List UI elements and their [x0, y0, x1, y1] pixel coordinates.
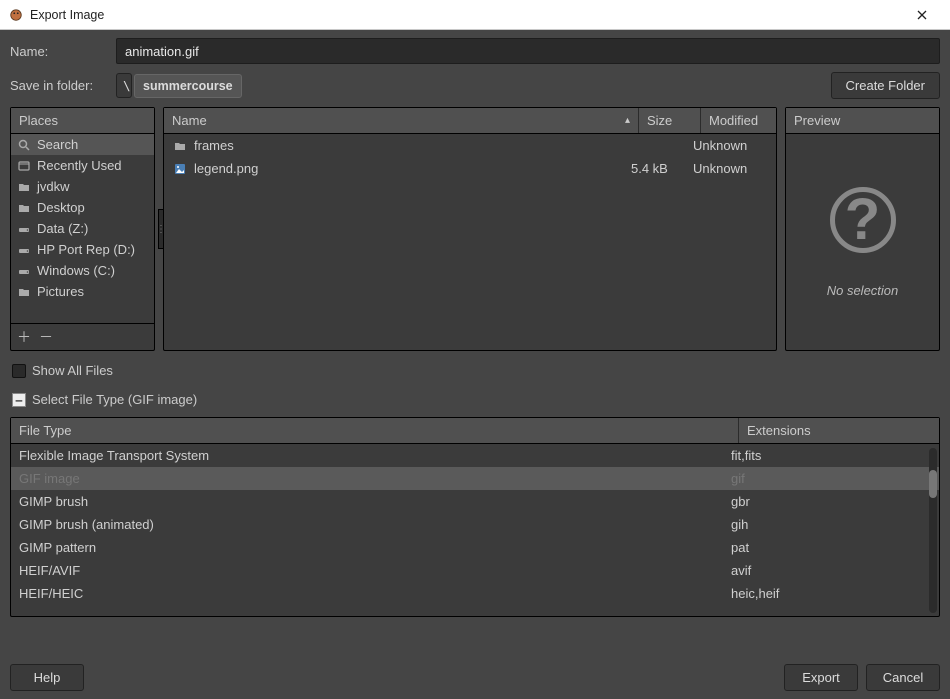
save-in-folder-label: Save in folder: — [10, 78, 108, 93]
filetype-name: Flexible Image Transport System — [19, 448, 731, 463]
place-item-label: Desktop — [37, 200, 85, 215]
filetype-row[interactable]: HEIF/AVIFavif — [11, 559, 939, 582]
help-button[interactable]: Help — [10, 664, 84, 691]
filetype-ext: avif — [731, 563, 931, 578]
filetype-column-name[interactable]: File Type — [11, 418, 739, 443]
filetype-name: GIMP brush — [19, 494, 731, 509]
filetype-name: HEIF/AVIF — [19, 563, 731, 578]
drive-icon — [17, 243, 31, 257]
sort-asc-icon: ▴ — [625, 115, 630, 126]
scrollbar-thumb[interactable] — [929, 470, 937, 498]
place-item[interactable]: jvdkw — [11, 176, 154, 197]
file-name: frames — [194, 138, 631, 153]
drive-icon — [17, 222, 31, 236]
places-header: Places — [11, 108, 154, 134]
filetype-name: HEIF/HEIC — [19, 586, 731, 601]
breadcrumb-current[interactable]: summercourse — [134, 74, 242, 98]
place-item[interactable]: Pictures — [11, 281, 154, 302]
cancel-button[interactable]: Cancel — [866, 664, 940, 691]
place-item-label: Data (Z:) — [37, 221, 88, 236]
select-file-type-label: Select File Type (GIF image) — [32, 392, 197, 407]
place-item[interactable]: Windows (C:) — [11, 260, 154, 281]
filetype-ext: gbr — [731, 494, 931, 509]
breadcrumb: \ summercourse — [116, 73, 242, 98]
place-item-label: HP Port Rep (D:) — [37, 242, 135, 257]
places-panel: Places Search Recently Used jvdkw Desktop Da… — [10, 107, 155, 351]
remove-place-button[interactable]: － — [39, 327, 53, 347]
folder-icon — [17, 201, 31, 215]
preview-status: No selection — [827, 283, 899, 298]
place-item[interactable]: Data (Z:) — [11, 218, 154, 239]
file-column-size[interactable]: Size — [639, 108, 701, 133]
file-row[interactable]: frames Unknown — [164, 134, 776, 157]
name-label: Name: — [10, 44, 108, 59]
close-button[interactable] — [902, 1, 942, 29]
preview-panel: Preview ? No selection — [785, 107, 940, 351]
filetype-ext: gih — [731, 517, 931, 532]
place-item[interactable]: Recently Used — [11, 155, 154, 176]
title-bar: Export Image — [0, 0, 950, 30]
filetype-ext: pat — [731, 540, 931, 555]
filetype-row[interactable]: GIMP brush (animated)gih — [11, 513, 939, 536]
preview-header: Preview — [786, 108, 939, 134]
file-modified: Unknown — [693, 138, 768, 153]
place-item[interactable]: HP Port Rep (D:) — [11, 239, 154, 260]
save-in-folder-row: Save in folder: \ summercourse Create Fo… — [10, 72, 940, 99]
add-place-button[interactable]: ＋ — [17, 327, 31, 347]
resize-grip-icon[interactable] — [158, 209, 164, 249]
file-size: 5.4 kB — [631, 161, 693, 176]
file-column-name[interactable]: Name ▴ — [164, 108, 639, 133]
recent-icon — [17, 159, 31, 173]
collapse-icon: ‒ — [12, 393, 26, 407]
place-item[interactable]: Search — [11, 134, 154, 155]
show-all-files-label: Show All Files — [32, 363, 113, 378]
filetype-name: GIMP pattern — [19, 540, 731, 555]
search-icon — [17, 138, 31, 152]
filetype-row[interactable]: GIMP patternpat — [11, 536, 939, 559]
place-item-label: jvdkw — [37, 179, 70, 194]
place-item-label: Search — [37, 137, 78, 152]
breadcrumb-root[interactable]: \ — [116, 73, 132, 98]
select-file-type-toggle[interactable]: ‒ Select File Type (GIF image) — [10, 390, 940, 409]
filetype-row[interactable]: GIF imagegif — [11, 467, 939, 490]
name-row: Name: — [10, 38, 940, 64]
filetype-row[interactable]: HEIF/HEICheic,heif — [11, 582, 939, 605]
show-all-files-row[interactable]: Show All Files — [10, 359, 940, 382]
file-type-table: File Type Extensions Flexible Image Tran… — [10, 417, 940, 617]
file-list-panel: Name ▴ Size Modified framesUnknownlegend… — [163, 107, 777, 351]
filename-input[interactable] — [116, 38, 940, 64]
place-item-label: Pictures — [37, 284, 84, 299]
file-name: legend.png — [194, 161, 631, 176]
folder-icon — [17, 285, 31, 299]
filetype-ext: gif — [731, 471, 931, 486]
folder-icon — [172, 140, 188, 152]
create-folder-button[interactable]: Create Folder — [831, 72, 940, 99]
place-item[interactable]: Desktop — [11, 197, 154, 218]
show-all-files-checkbox[interactable] — [12, 364, 26, 378]
image-icon — [172, 163, 188, 175]
place-item-label: Recently Used — [37, 158, 122, 173]
dialog-button-bar: Help Export Cancel — [10, 658, 940, 691]
place-item-label: Windows (C:) — [37, 263, 115, 278]
no-preview-icon: ? — [830, 187, 896, 253]
file-modified: Unknown — [693, 161, 768, 176]
file-column-modified[interactable]: Modified — [701, 108, 776, 133]
filetype-ext: heic,heif — [731, 586, 931, 601]
filetype-column-ext[interactable]: Extensions — [739, 418, 939, 443]
filetype-row[interactable]: GIMP brushgbr — [11, 490, 939, 513]
filetype-scrollbar[interactable] — [929, 448, 937, 613]
folder-icon — [17, 180, 31, 194]
filetype-name: GIF image — [19, 471, 731, 486]
app-icon — [8, 7, 24, 23]
places-toolbar: ＋ － — [11, 323, 154, 350]
filetype-name: GIMP brush (animated) — [19, 517, 731, 532]
drive-icon — [17, 264, 31, 278]
file-row[interactable]: legend.png5.4 kBUnknown — [164, 157, 776, 180]
window-title: Export Image — [30, 8, 104, 22]
filetype-row[interactable]: Flexible Image Transport Systemfit,fits — [11, 444, 939, 467]
filetype-ext: fit,fits — [731, 448, 931, 463]
export-button[interactable]: Export — [784, 664, 858, 691]
